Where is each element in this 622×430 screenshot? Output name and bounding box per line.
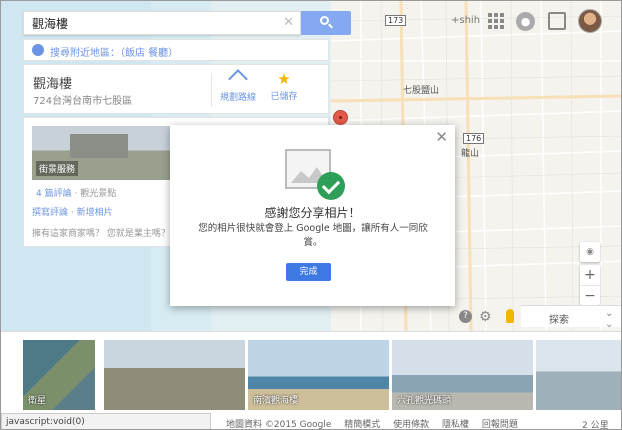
place-marker[interactable] <box>333 110 348 125</box>
place-address: 724台灣台南市七股區 <box>33 96 133 107</box>
location-pin-icon <box>32 44 44 56</box>
place-name: 觀海樓 <box>33 77 73 92</box>
search-button[interactable] <box>301 11 351 35</box>
thumbnail-caption: 六孔觀光碼頭 <box>397 396 452 406</box>
satellite-toggle[interactable]: 衛星 <box>23 340 95 410</box>
reviews-link[interactable]: 4 篇評論 <box>36 189 72 199</box>
photo-carousel: 衛星 南濱觀海樓 六孔觀光碼頭 <box>1 331 621 416</box>
search-input[interactable] <box>24 12 264 34</box>
place-category: · 觀光景點 <box>74 189 117 199</box>
photo-tag: 街景服務 <box>36 161 79 176</box>
write-review-link[interactable]: 撰寫評論 · 新增相片 <box>32 205 113 218</box>
thumbnail-caption: 南濱觀海樓 <box>253 396 299 406</box>
explore-label: 探索 <box>549 315 569 326</box>
search-nearby-bar[interactable]: 搜尋附近地區：（飯店 餐廳） <box>23 39 329 61</box>
footer-link[interactable]: 回報問題 <box>482 420 518 429</box>
map-label-area: 龍山 <box>461 149 480 159</box>
thumbnail-caption: 衛星 <box>28 396 47 406</box>
save-label: 已儲存 <box>270 92 298 102</box>
directions-icon <box>228 69 248 89</box>
street-view-photo[interactable]: 街景服務 <box>32 126 182 180</box>
close-icon[interactable]: ✕ <box>435 128 448 146</box>
photo-thumbnail[interactable]: 六孔觀光碼頭 <box>392 340 533 410</box>
dialog-message: 您的相片很快就會登上 Google 地圖，讓所有人一同欣賞。 <box>198 223 428 248</box>
search-box: ✕ <box>23 11 301 35</box>
map-label-town: 七股鹽山 <box>403 86 440 96</box>
footer-link[interactable]: 使用條款 <box>393 420 429 429</box>
apps-grid-icon[interactable] <box>488 13 504 29</box>
search-nearby-label: 搜尋附近地區：（飯店 餐廳） <box>50 48 179 59</box>
map-canvas[interactable]: 173 176 173 七股鹽山 龍山 +shih ● ✕ 搜尋附近地區：（飯店… <box>1 1 621 331</box>
help-icon[interactable]: ? <box>459 310 472 323</box>
place-card: 觀海樓 724台灣台南市七股區 規劃路線 ★ 已儲存 <box>23 64 329 114</box>
photo-thumbnail[interactable]: 南濱觀海樓 <box>248 340 389 410</box>
photo-thanks-dialog: ✕ 感謝您分享相片！ 您的相片很快就會登上 Google 地圖，讓所有人一同欣賞… <box>170 125 455 306</box>
claim-business-link[interactable]: 擁有這家商家嗎？ 您就是業主嗎？ <box>32 226 170 239</box>
zoom-control: + − <box>580 265 600 305</box>
clear-search-icon[interactable]: ✕ <box>283 15 294 30</box>
copyright-text: 地圖資料 ©2015 Google <box>226 420 332 430</box>
gear-icon[interactable]: ⚙ <box>479 309 492 325</box>
scale-bar[interactable]: 2 公里 <box>582 418 609 429</box>
my-location-icon[interactable]: ◉ <box>580 242 600 262</box>
reviews-line: 4 篇評論 · 觀光景點 <box>36 186 116 199</box>
footer-link[interactable]: 精簡模式 <box>344 420 380 429</box>
directions-label: 規劃路線 <box>219 93 256 103</box>
save-button[interactable]: ★ 已儲存 <box>262 69 306 102</box>
zoom-in-button[interactable]: + <box>580 265 600 285</box>
road-shield: 173 <box>385 15 407 26</box>
share-icon[interactable] <box>548 12 566 30</box>
star-icon: ★ <box>277 70 291 88</box>
avatar[interactable] <box>578 9 602 33</box>
notifications-bell-icon[interactable]: ● <box>516 12 535 31</box>
google-plus-link[interactable]: +shih <box>451 15 480 26</box>
pegman-icon[interactable] <box>506 309 514 323</box>
footer-links: 地圖資料 ©2015 Google 精簡模式 使用條款 隱私權 回報問題 <box>226 417 528 430</box>
footer-link[interactable]: 隱私權 <box>442 420 469 429</box>
browser-status-bar: javascript:void(0) <box>1 413 211 429</box>
app-window: 173 176 173 七股鹽山 龍山 +shih ● ✕ 搜尋附近地區：（飯店… <box>0 0 622 430</box>
done-button[interactable]: 完成 <box>286 263 331 281</box>
dialog-title: 感謝您分享相片！ <box>264 206 361 220</box>
explore-button[interactable]: 探索 ⌄ ⌄ <box>521 305 621 330</box>
zoom-out-button[interactable]: − <box>580 286 600 306</box>
road-shield: 176 <box>463 133 485 144</box>
photo-thumbnail[interactable] <box>104 340 245 410</box>
checkmark-icon <box>317 172 345 200</box>
chevron-down-icon: ⌄ ⌄ <box>605 308 614 330</box>
directions-button[interactable]: 規劃路線 <box>216 69 260 103</box>
photo-thumbnail[interactable] <box>536 340 621 410</box>
